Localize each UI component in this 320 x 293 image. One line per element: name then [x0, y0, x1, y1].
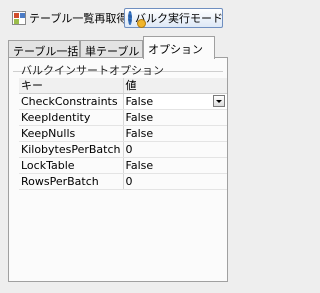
property-value[interactable]: 0 — [123, 173, 227, 190]
column-header-key: キー — [19, 78, 124, 94]
tab-single-table[interactable]: 単テーブル — [80, 40, 143, 58]
property-key: LockTable — [19, 157, 124, 174]
property-key: CheckConstraints — [19, 93, 124, 110]
refresh-table-list-button[interactable]: テーブル一覧再取得 — [9, 8, 130, 28]
property-value[interactable]: False — [123, 157, 227, 174]
group-title: バルクインサートオプション — [21, 64, 164, 77]
property-key: RowsPerBatch — [19, 173, 124, 190]
tab-all-tables[interactable]: テーブル一括 — [8, 40, 80, 58]
property-key: KilobytesPerBatch — [19, 141, 124, 158]
property-value[interactable]: False — [123, 125, 227, 142]
table-row[interactable]: KeepIdentity False — [19, 109, 227, 126]
bulk-mode-label: バルク実行モード — [135, 12, 223, 25]
bulk-mode-toggle[interactable]: バルク実行モード — [124, 8, 223, 28]
toolbar: テーブル一覧再取得 バルク実行モード — [0, 0, 236, 34]
property-value: False — [125, 95, 154, 108]
tab-options[interactable]: オプション — [143, 36, 215, 59]
chevron-down-icon[interactable] — [213, 95, 225, 107]
property-value[interactable]: 0 — [123, 141, 227, 158]
column-header-value: 値 — [123, 78, 227, 94]
property-key: KeepNulls — [19, 125, 124, 142]
gear-icon — [128, 11, 146, 28]
options-panel: バルクインサートオプション キー 値 CheckConstraints Fals… — [8, 57, 228, 282]
property-value-select[interactable]: False — [123, 93, 227, 110]
table-refresh-icon — [12, 11, 26, 25]
table-row[interactable]: RowsPerBatch 0 — [19, 173, 227, 190]
refresh-table-list-label: テーブル一覧再取得 — [29, 12, 128, 25]
table-row[interactable]: LockTable False — [19, 157, 227, 174]
property-grid: キー 値 CheckConstraints False KeepIdentity… — [19, 78, 227, 190]
table-row[interactable]: KeepNulls False — [19, 125, 227, 142]
table-row[interactable]: KilobytesPerBatch 0 — [19, 141, 227, 158]
property-key: KeepIdentity — [19, 109, 124, 126]
property-value[interactable]: False — [123, 109, 227, 126]
grid-header-row: キー 値 — [19, 78, 227, 94]
tab-bar: テーブル一括 単テーブル オプション — [8, 36, 228, 59]
table-row[interactable]: CheckConstraints False — [19, 93, 227, 110]
